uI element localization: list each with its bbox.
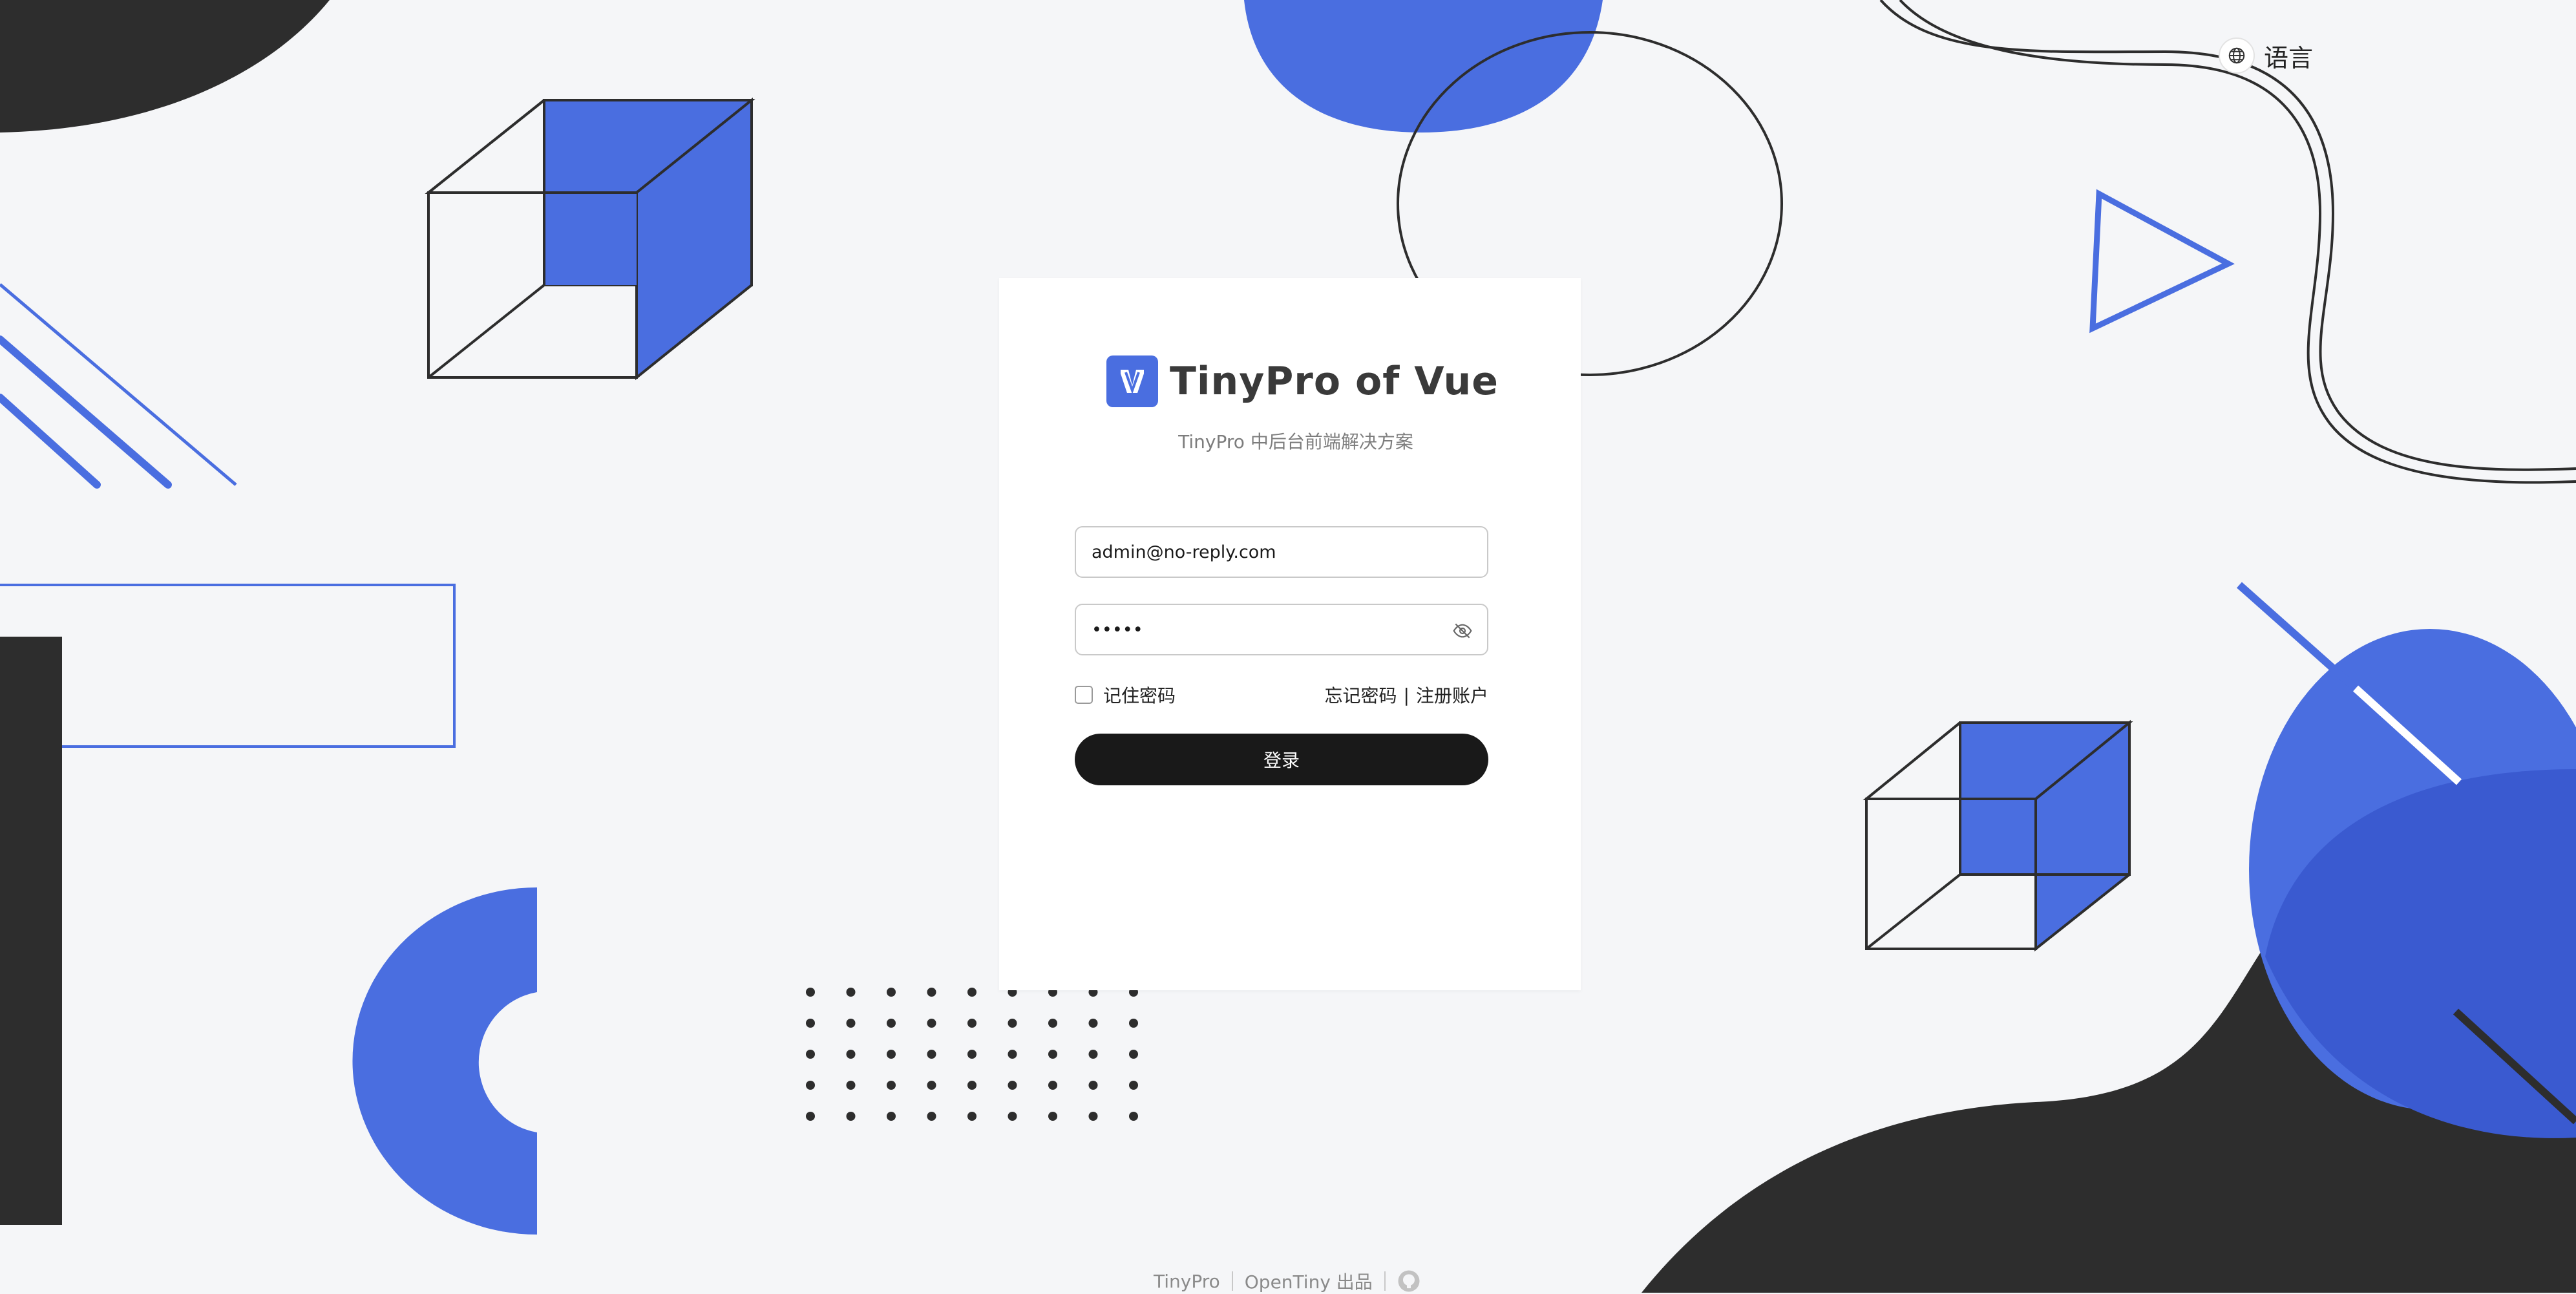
dark-blob-top-left (0, 0, 330, 133)
dot (927, 1019, 936, 1028)
dot (927, 1081, 936, 1090)
dot (967, 1112, 977, 1121)
dot (846, 1081, 856, 1090)
dot (967, 1050, 977, 1059)
dot (1088, 1050, 1098, 1059)
remember-label[interactable]: 记住密码 (1103, 682, 1176, 708)
dot (1008, 1112, 1017, 1121)
dot (1008, 1081, 1017, 1090)
footer-credit: OpenTiny 出品 (1244, 1271, 1373, 1293)
cube-right (1863, 719, 2133, 952)
dot (806, 1019, 815, 1028)
dot (1129, 1050, 1138, 1059)
dot (1048, 1050, 1057, 1059)
password-field[interactable] (1075, 604, 1488, 655)
blue-outline-rectangle (0, 584, 456, 748)
footer-divider (1384, 1271, 1386, 1291)
language-switch[interactable]: 语言 (2219, 37, 2313, 74)
brand-header: TinyPro of Vue (1106, 355, 1499, 407)
remember-checkbox[interactable] (1075, 686, 1093, 704)
cube-top-left (425, 97, 755, 381)
dot (1008, 1050, 1017, 1059)
blue-half-ring (352, 887, 537, 1235)
blue-diagonal-right (2237, 582, 2358, 692)
dot (887, 1050, 896, 1059)
blue-triangle (2089, 189, 2235, 334)
footer-divider (1231, 1271, 1233, 1291)
dot (1129, 1019, 1138, 1028)
tinypro-logo-icon (1106, 355, 1158, 407)
dot (1129, 1112, 1138, 1121)
dot (967, 1019, 977, 1028)
dot (967, 1081, 977, 1090)
blue-circle-top (1244, 0, 1603, 133)
username-field[interactable] (1075, 526, 1488, 578)
dot (806, 1050, 815, 1059)
dot (1048, 1081, 1057, 1090)
app-subtitle: TinyPro 中后台前端解决方案 (1178, 431, 1413, 452)
footer: TinyPro OpenTiny 出品 (1154, 1268, 1420, 1294)
dot (1048, 1112, 1057, 1121)
app-title: TinyPro of Vue (1170, 359, 1499, 404)
dot (927, 988, 936, 997)
dot (846, 1019, 856, 1028)
dot (887, 1019, 896, 1028)
username-input[interactable] (1076, 527, 1487, 577)
dot (806, 1112, 815, 1121)
dot (846, 1050, 856, 1059)
forgot-password-link[interactable]: 忘记密码 (1325, 682, 1397, 708)
eye-off-icon[interactable] (1452, 620, 1473, 641)
dot (806, 988, 815, 997)
footer-product: TinyPro (1154, 1270, 1220, 1292)
globe-icon[interactable] (2219, 37, 2255, 74)
dark-vertical-bar (0, 637, 62, 1225)
github-icon[interactable] (1397, 1269, 1420, 1293)
login-card: TinyPro of Vue TinyPro 中后台前端解决方案 记住密码 忘记… (999, 278, 1581, 990)
dot (1129, 1081, 1138, 1090)
dot-grid (806, 988, 1138, 1121)
dot (887, 1081, 896, 1090)
remember-password[interactable]: 记住密码 (1075, 682, 1176, 708)
dot (1088, 1081, 1098, 1090)
login-button[interactable]: 登录 (1075, 734, 1488, 785)
dot (927, 1112, 936, 1121)
dot (1008, 1019, 1017, 1028)
dot (846, 988, 856, 997)
dot (887, 988, 896, 997)
language-label[interactable]: 语言 (2264, 38, 2313, 74)
register-account-link[interactable]: 注册账户 (1416, 682, 1488, 708)
dot (1048, 1019, 1057, 1028)
dot (1088, 1019, 1098, 1028)
password-input[interactable] (1076, 604, 1487, 655)
dot (1088, 1112, 1098, 1121)
account-links: 忘记密码 | 注册账户 (1325, 682, 1488, 708)
dot (846, 1112, 856, 1121)
blue-line-thin-left (0, 283, 237, 486)
dot (887, 1112, 896, 1121)
login-options: 记住密码 忘记密码 | 注册账户 (1075, 682, 1488, 708)
dot (967, 988, 977, 997)
dot (927, 1050, 936, 1059)
dot (806, 1081, 815, 1090)
link-separator: | (1403, 684, 1409, 706)
blue-line-thick-left-1 (0, 335, 172, 489)
